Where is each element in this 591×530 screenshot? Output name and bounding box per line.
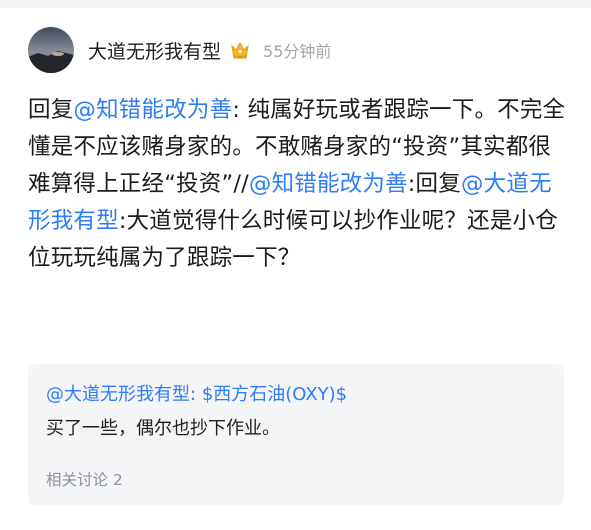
mention-link[interactable]: @知错能改为善: [73, 97, 232, 123]
quoted-author-link[interactable]: @大道无形我有型:: [46, 384, 196, 405]
quoted-post-text: 买了一些，偶尔也抄下作业。: [46, 418, 280, 439]
stock-tag-link[interactable]: $西方石油(OXY)$: [202, 384, 347, 405]
post-timestamp: 55分钟前: [263, 42, 332, 61]
post-text: 回复: [28, 97, 74, 123]
post-body: 回复@知错能改为善: 纯属好玩或者跟踪一下。不完全懂是不应该赌身家的。不敢赌身家…: [28, 92, 568, 277]
related-discussion-link[interactable]: 相关讨论 2: [46, 468, 123, 490]
mention-link[interactable]: @知错能改为善: [249, 171, 408, 197]
author-name[interactable]: 大道无形我有型: [88, 37, 221, 64]
gold-crown-badge-icon: [229, 39, 251, 61]
quoted-post-header: @大道无形我有型: $西方石油(OXY)$: [46, 380, 546, 410]
top-divider-strip: [0, 0, 591, 8]
avatar[interactable]: [28, 27, 74, 73]
post-text: :回复: [407, 171, 461, 197]
quoted-post-card[interactable]: @大道无形我有型: $西方石油(OXY)$ 买了一些，偶尔也抄下作业。 相关讨论…: [28, 364, 564, 506]
post-header: 大道无形我有型 55分钟前: [28, 26, 331, 74]
